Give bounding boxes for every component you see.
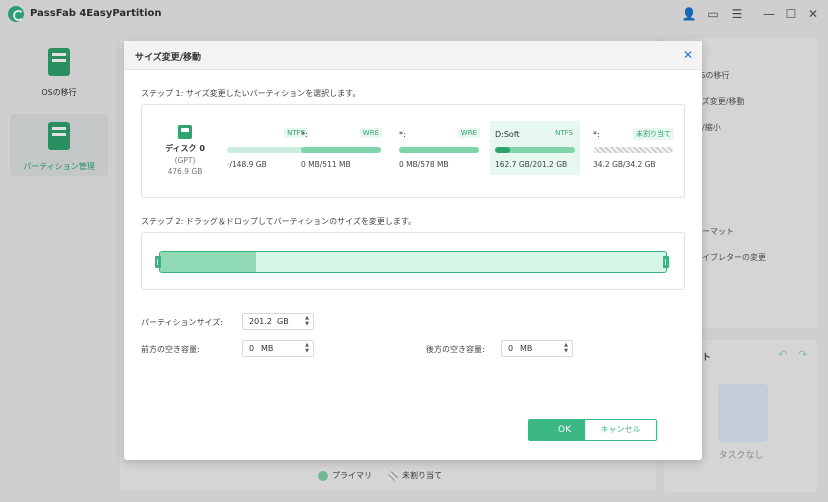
space-before-unit: MB [261,344,274,353]
partition-size: 34.2 GB/34.2 GB [593,160,656,169]
partition-name: *: [399,130,406,139]
left-resize-handle[interactable] [155,256,161,268]
resize-partition-bar[interactable] [159,251,667,273]
disk-map: ディスク 0 (GPT) 476.9 GB NTFS ·/148.9 GB *:… [141,104,685,198]
space-after-label: 後方の空き容量: [426,345,485,354]
right-resize-handle[interactable] [663,256,669,268]
partition-size: 162.7 GB/201.2 GB [495,160,568,169]
partition-item[interactable]: *: WRE 0 MB/511 MB [296,121,386,175]
stepper-arrows-icon[interactable]: ▲ ▼ [303,315,311,328]
partition-size-label: パーティションサイズ: [141,318,223,327]
step2-label: ステップ 2: ドラッグ＆ドロップしてパーティションのサイズを変更します。 [141,217,417,226]
disk-name: ディスク 0 [165,144,205,153]
disk-type: (GPT) [174,156,196,165]
step1-label: ステップ 1: サイズ変更したいパーティションを選択します。 [141,89,361,98]
partition-usage-bar [399,147,479,153]
partition-size-value: 201.2 [249,317,272,326]
cancel-button[interactable]: キャンセル [584,419,657,441]
partition-usage-bar [593,147,673,153]
partition-name: *: [301,130,308,139]
partition-item[interactable]: *: WRE 0 MB/578 MB [394,121,484,175]
space-before-stepper[interactable]: 0 MB ▲ ▼ [242,340,314,357]
partition-usage-bar [227,147,307,153]
close-icon[interactable]: ✕ [680,47,696,63]
space-before-label: 前方の空き容量: [141,345,200,354]
disk-icon [178,125,192,139]
partition-size-stepper[interactable]: 201.2 GB ▲ ▼ [242,313,314,330]
resize-used-segment [160,252,257,272]
partition-fs-badge: 未割り当て [633,128,674,140]
stepper-arrows-icon[interactable]: ▲ ▼ [303,342,311,355]
disk-size: 476.9 GB [167,167,203,176]
partition-size-unit: GB [277,317,289,326]
partition-usage-fill [495,147,511,153]
resize-move-dialog: サイズ変更/移動 ✕ ステップ 1: サイズ変更したいパーティションを選択します… [124,41,702,460]
partition-size: ·/148.9 GB [227,160,267,169]
partition-item-selected[interactable]: D:Soft NTFS 162.7 GB/201.2 GB [490,121,580,175]
space-after-stepper[interactable]: 0 MB ▲ ▼ [501,340,573,357]
partition-item[interactable]: *: 未割り当て 34.2 GB/34.2 GB [588,121,678,175]
partition-name: *: [593,130,600,139]
partition-fs-badge: WRE [457,128,480,138]
partition-usage-bar [301,147,381,153]
space-after-value: 0 [508,344,514,353]
dialog-title: サイズ変更/移動 [135,53,202,63]
partition-fs-badge: NTFS [552,128,576,138]
dialog-header: サイズ変更/移動 ✕ [124,41,702,70]
partition-size: 0 MB/578 MB [399,160,449,169]
space-before-value: 0 [249,344,255,353]
partition-usage-bar [495,147,575,153]
partition-name: D:Soft [495,130,520,139]
space-after-unit: MB [520,344,533,353]
partition-fs-badge: WRE [359,128,382,138]
stepper-arrows-icon[interactable]: ▲ ▼ [562,342,570,355]
resize-area [141,232,685,290]
partition-size: 0 MB/511 MB [301,160,351,169]
